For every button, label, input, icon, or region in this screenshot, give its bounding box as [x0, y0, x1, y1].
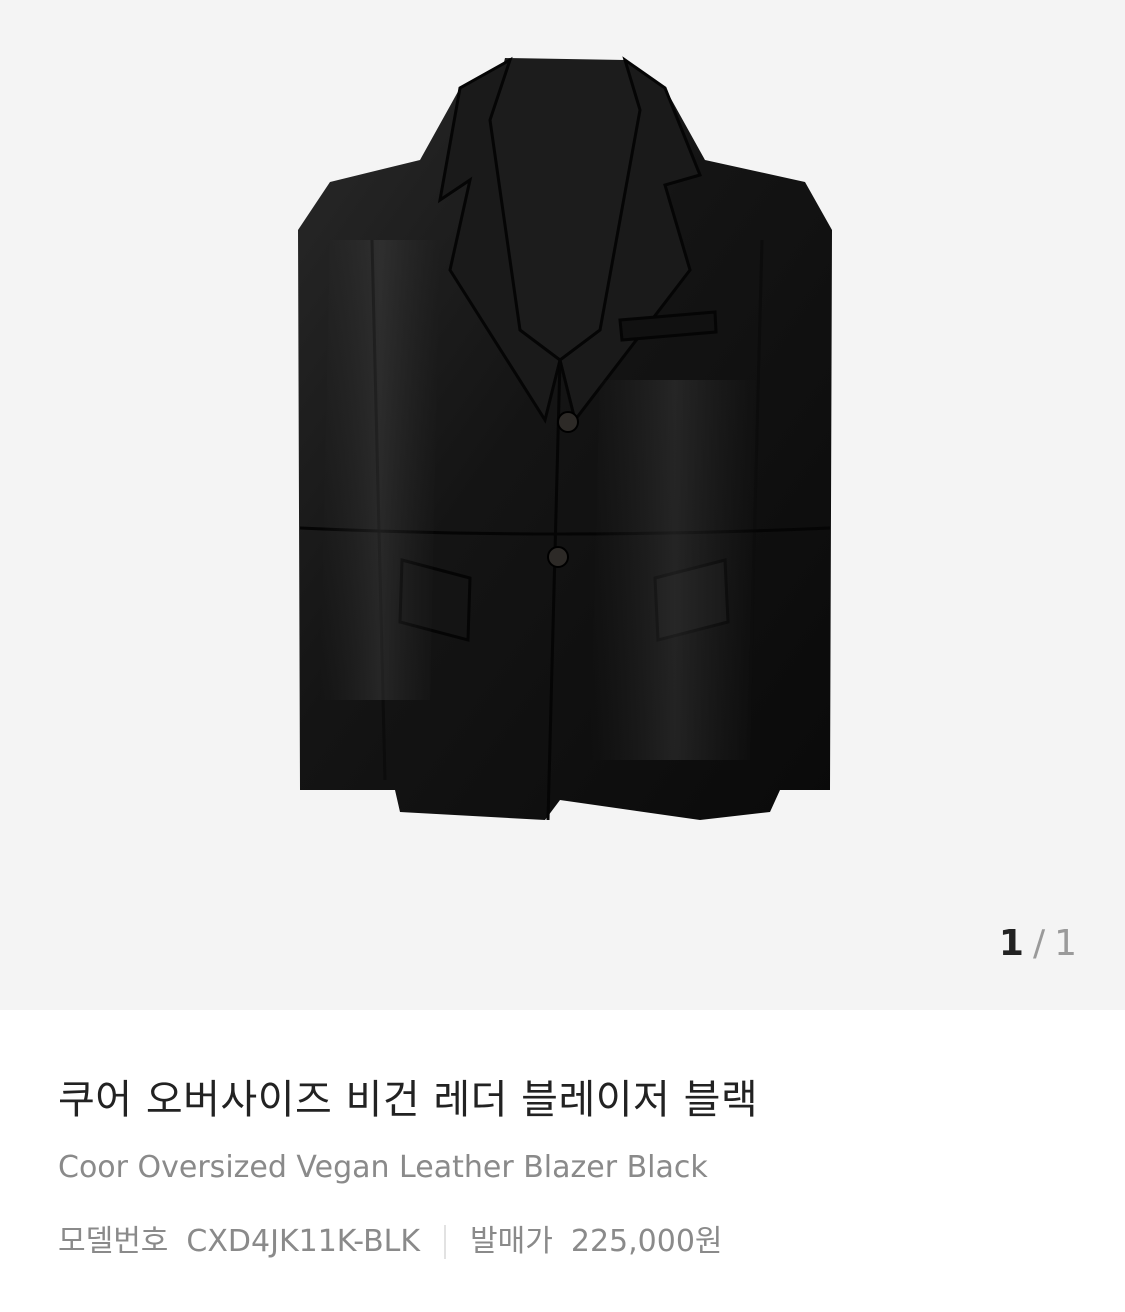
- image-pager: 1/1: [999, 922, 1078, 966]
- product-title-korean: 쿠어 오버사이즈 비건 레더 블레이저 블랙: [58, 1077, 759, 1123]
- meta-divider: [444, 1225, 447, 1259]
- product-image[interactable]: [0, 0, 1125, 1010]
- pager-separator: /: [1032, 923, 1047, 964]
- release-price-label: 발매가: [470, 1224, 553, 1259]
- release-price-value: 225,000원: [570, 1224, 723, 1259]
- product-info: 쿠어 오버사이즈 비건 레더 블레이저 블랙 Coor Oversized Ve…: [0, 1010, 1125, 1262]
- product-title-english: Coor Oversized Vegan Leather Blazer Blac…: [58, 1150, 708, 1185]
- product-meta: 모델번호 CXD4JK11K-BLK 발매가 225,000원: [58, 1222, 1067, 1262]
- model-number-label: 모델번호: [58, 1224, 169, 1259]
- pager-current: 1: [998, 923, 1025, 964]
- pager-total: 1: [1054, 923, 1078, 964]
- product-image-gallery[interactable]: 1/1: [0, 0, 1125, 1010]
- model-number-value: CXD4JK11K-BLK: [186, 1224, 421, 1259]
